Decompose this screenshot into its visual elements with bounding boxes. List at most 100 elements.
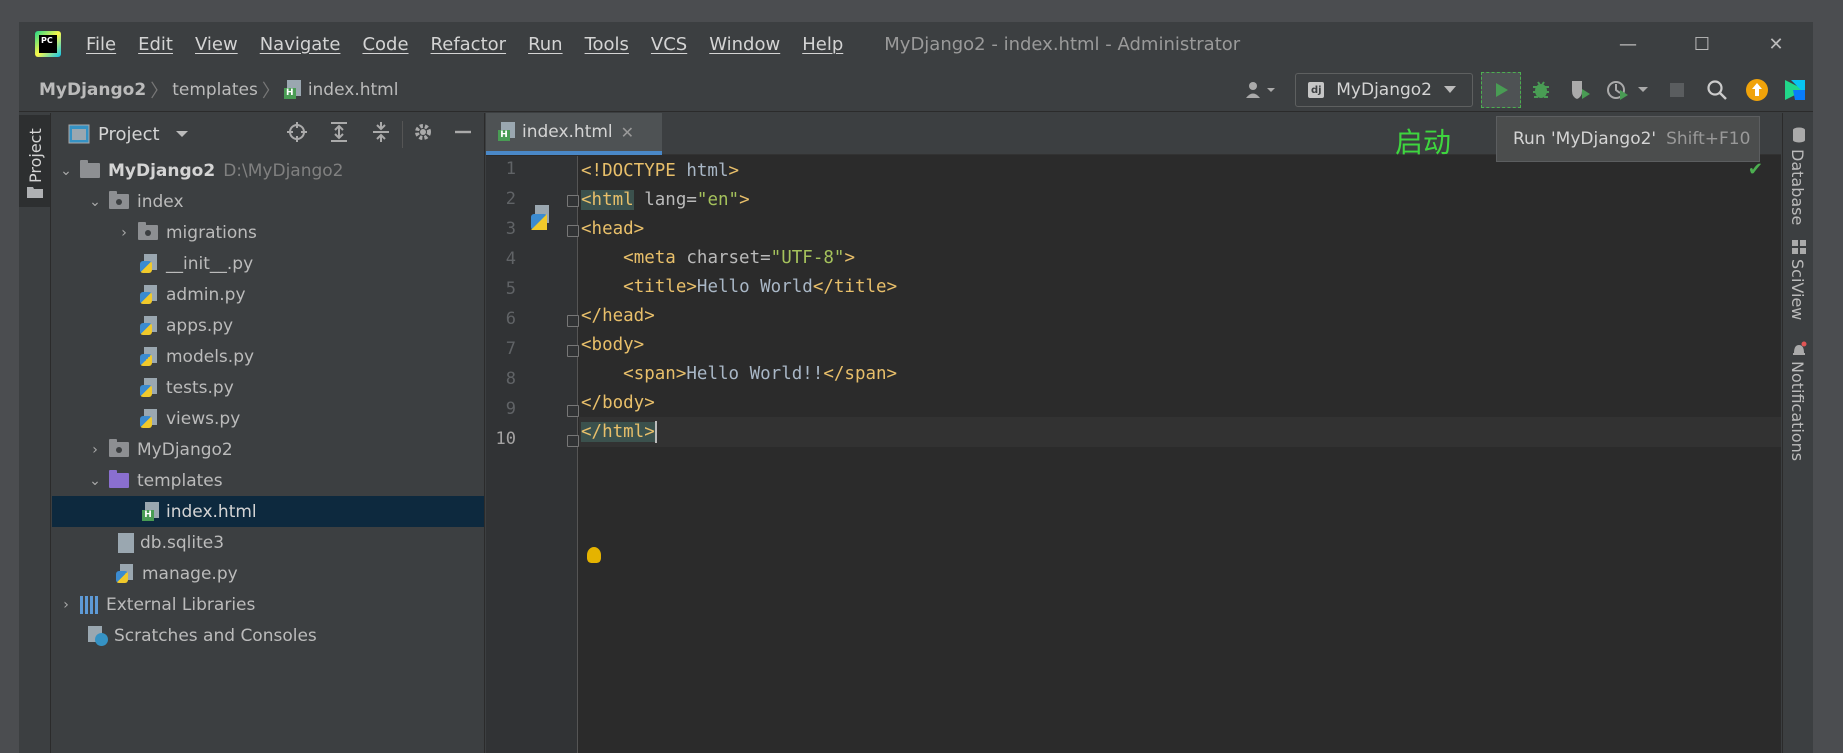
sciview-icon xyxy=(1792,240,1806,254)
maximize-button[interactable]: ☐ xyxy=(1665,22,1739,66)
project-tool-window-tab[interactable]: Project xyxy=(19,115,50,207)
menu-file[interactable]: File xyxy=(75,34,127,55)
chevron-down-icon[interactable]: ⌄ xyxy=(56,163,76,179)
tree-item-scratches[interactable]: Scratches and Consoles xyxy=(52,620,484,651)
python-interpreter-icon[interactable] xyxy=(529,205,555,231)
close-window-button[interactable]: ✕ xyxy=(1739,22,1813,66)
run-configuration-selector[interactable]: dj MyDjango2 xyxy=(1295,73,1473,107)
update-button[interactable] xyxy=(1737,72,1777,108)
project-tab-label: Project xyxy=(26,128,45,183)
tree-item-admin[interactable]: admin.py xyxy=(52,279,484,310)
menu-view[interactable]: View xyxy=(184,34,249,55)
code-line[interactable]: <head> xyxy=(579,214,644,244)
tree-item-external-libraries[interactable]: › External Libraries xyxy=(52,589,484,620)
tree-item-apps[interactable]: apps.py xyxy=(52,310,484,341)
tree-item-mydjango2-package[interactable]: › MyDjango2 xyxy=(52,434,484,465)
code-line[interactable]: <html lang="en"> xyxy=(579,185,750,215)
inspection-ok-icon[interactable]: ✔ xyxy=(1748,159,1763,180)
tree-item-label: index xyxy=(137,191,184,212)
menu-run[interactable]: Run xyxy=(517,34,574,55)
line-number: 3 xyxy=(505,219,516,239)
tree-item-init[interactable]: __init__.py xyxy=(52,248,484,279)
code-line[interactable]: <!DOCTYPE html> xyxy=(579,156,739,186)
run-button[interactable] xyxy=(1481,72,1521,108)
debug-button[interactable] xyxy=(1521,72,1561,108)
fold-marker-icon[interactable] xyxy=(567,345,579,357)
tree-item-index-html[interactable]: index.html xyxy=(52,496,484,527)
profile-button[interactable] xyxy=(1601,72,1657,108)
stop-button[interactable] xyxy=(1657,72,1697,108)
code-line[interactable]: </html> xyxy=(579,417,1781,447)
notifications-tool-tab[interactable]: Notifications xyxy=(1788,361,1807,461)
project-panel-title[interactable]: Project xyxy=(98,124,160,145)
tree-item-manage[interactable]: manage.py xyxy=(52,558,484,589)
code-line[interactable]: </head> xyxy=(579,301,655,331)
code-line[interactable]: <body> xyxy=(579,330,644,360)
editor-tab-label: index.html xyxy=(522,122,613,142)
fold-marker-icon[interactable] xyxy=(567,225,579,237)
editor-tab-index-html[interactable]: index.html ✕ xyxy=(486,113,662,155)
tree-item-views[interactable]: views.py xyxy=(52,403,484,434)
window-controls: — ☐ ✕ xyxy=(1591,22,1813,66)
fold-marker-icon[interactable] xyxy=(567,435,579,447)
hide-panel-button[interactable] xyxy=(442,121,484,148)
code-editor[interactable]: <!DOCTYPE html> <html lang="en"> <head> <m… xyxy=(579,156,1781,753)
menu-vcs[interactable]: VCS xyxy=(640,34,698,55)
database-icon xyxy=(1793,127,1805,143)
breadcrumb-folder[interactable]: templates xyxy=(172,80,258,100)
code-line[interactable]: <title>Hello World</title> xyxy=(579,272,897,302)
collapse-all-button[interactable] xyxy=(360,121,402,148)
chevron-down-icon[interactable]: ⌄ xyxy=(85,473,105,489)
python-file-icon xyxy=(116,563,136,584)
chevron-right-icon[interactable]: › xyxy=(85,442,105,458)
code-line[interactable]: </body> xyxy=(579,388,655,418)
code-line[interactable]: <meta charset="UTF-8"> xyxy=(579,243,855,273)
main-toolbar: dj MyDjango2 xyxy=(1235,68,1813,112)
expand-all-button[interactable] xyxy=(318,121,360,148)
fold-marker-icon[interactable] xyxy=(567,195,579,207)
toolbox-button[interactable] xyxy=(1777,72,1813,108)
code-line[interactable]: <span>Hello World!!</span> xyxy=(579,359,897,389)
tree-item-project-root[interactable]: ⌄ MyDjango2 D:\MyDjango2 xyxy=(52,155,484,186)
sciview-tool-tab[interactable]: SciView xyxy=(1788,259,1807,320)
options-button[interactable] xyxy=(402,120,442,148)
package-folder-icon xyxy=(109,191,129,209)
close-tab-icon[interactable]: ✕ xyxy=(621,123,634,142)
fold-marker-icon[interactable] xyxy=(567,315,579,327)
lightbulb-icon[interactable] xyxy=(587,547,601,563)
tree-item-label: External Libraries xyxy=(106,594,256,615)
menu-help[interactable]: Help xyxy=(791,34,854,55)
chevron-right-icon[interactable]: › xyxy=(56,597,76,613)
breadcrumb-project[interactable]: MyDjango2 xyxy=(39,80,146,100)
user-icon[interactable] xyxy=(1235,72,1287,108)
chevron-down-icon[interactable] xyxy=(174,129,190,139)
menu-edit[interactable]: Edit xyxy=(127,34,184,55)
coverage-icon xyxy=(1572,81,1590,99)
tree-item-db-sqlite3[interactable]: db.sqlite3 xyxy=(52,527,484,558)
tree-item-templates[interactable]: ⌄ templates xyxy=(52,465,484,496)
breadcrumb-file[interactable]: index.html xyxy=(283,79,398,100)
search-everywhere-button[interactable] xyxy=(1697,72,1737,108)
pycharm-logo-icon[interactable]: PC xyxy=(35,31,61,57)
tree-item-tests[interactable]: tests.py xyxy=(52,372,484,403)
tree-item-migrations[interactable]: › migrations xyxy=(52,217,484,248)
chevron-down-icon[interactable]: ⌄ xyxy=(85,194,105,210)
tree-item-models[interactable]: models.py xyxy=(52,341,484,372)
coverage-button[interactable] xyxy=(1561,72,1601,108)
minimize-button[interactable]: — xyxy=(1591,22,1665,66)
menu-tools[interactable]: Tools xyxy=(574,34,640,55)
tree-item-index[interactable]: ⌄ index xyxy=(52,186,484,217)
menu-code[interactable]: Code xyxy=(351,34,419,55)
menu-refactor[interactable]: Refactor xyxy=(420,34,518,55)
fold-marker-icon[interactable] xyxy=(567,405,579,417)
code-token: "en" xyxy=(696,190,740,210)
locate-file-button[interactable] xyxy=(276,121,318,148)
chevron-right-icon[interactable]: › xyxy=(114,225,134,241)
code-token: </title> xyxy=(812,277,898,297)
menu-navigate[interactable]: Navigate xyxy=(249,34,352,55)
database-tool-tab[interactable]: Database xyxy=(1788,149,1807,225)
menu-window[interactable]: Window xyxy=(698,34,791,55)
